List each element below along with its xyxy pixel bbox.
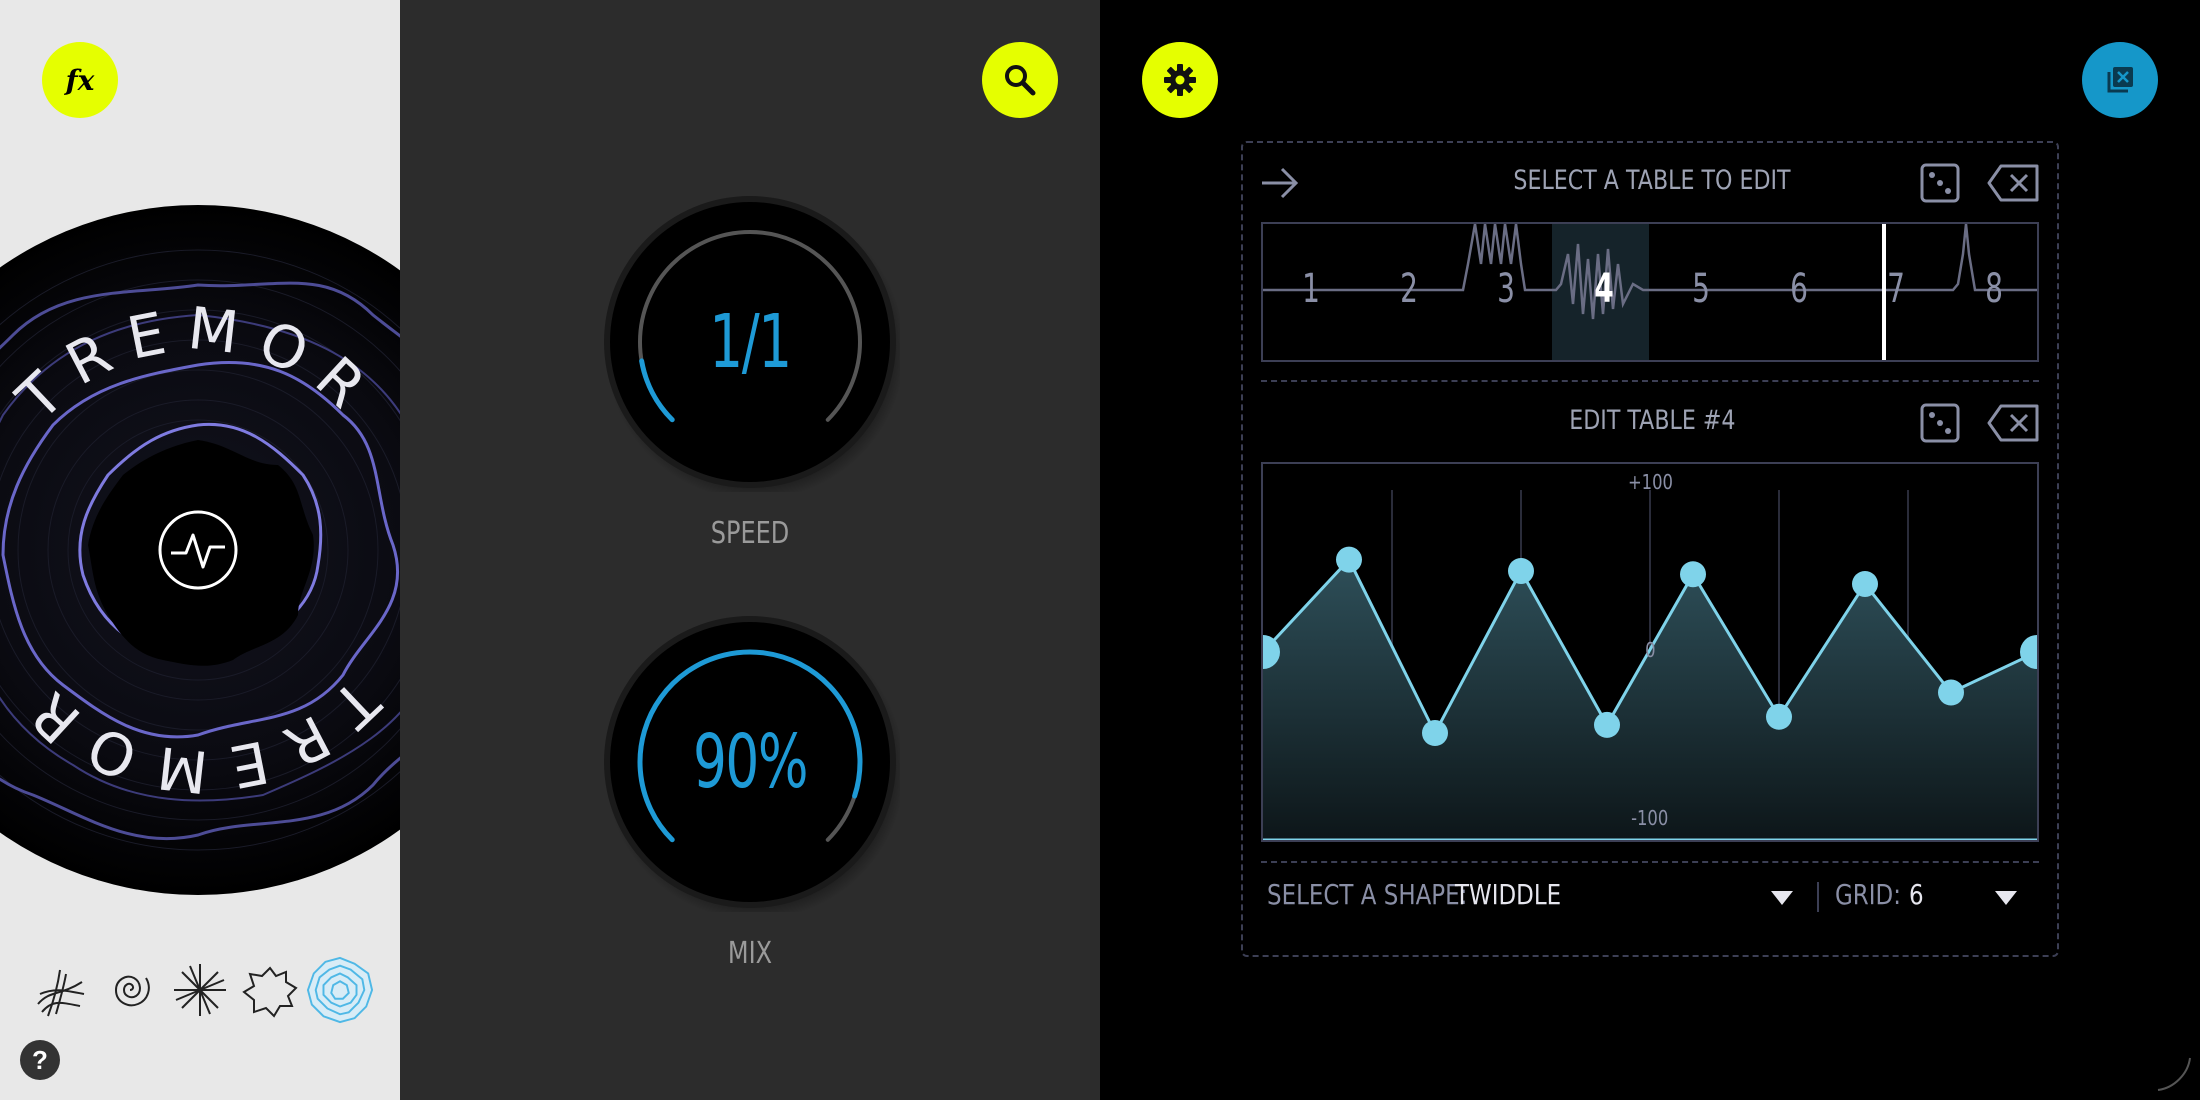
axis-zero-label: 0 — [1644, 638, 1656, 662]
mix-label: MIX — [727, 936, 773, 971]
table-number[interactable]: 1 — [1297, 266, 1325, 312]
wave-point[interactable] — [1680, 561, 1706, 588]
mix-value: 90% — [692, 719, 809, 805]
shape-label: SELECT A SHAPE: — [1267, 878, 1468, 911]
speed-label: SPEED — [710, 516, 790, 551]
tremor-panel: fx TREMOR TREMOR ? — [0, 0, 400, 1100]
settings-button[interactable] — [1142, 42, 1218, 118]
wave-point[interactable] — [1508, 558, 1534, 584]
divider — [1817, 882, 1819, 912]
wave-point[interactable] — [1336, 546, 1362, 573]
close-window-icon — [2107, 67, 2133, 93]
search-icon — [1005, 65, 1036, 96]
starburst-icon[interactable] — [166, 955, 234, 1025]
table-number[interactable]: 6 — [1785, 266, 1813, 312]
help-button[interactable]: ? — [20, 1040, 60, 1080]
clear-table-icon[interactable] — [1987, 400, 2039, 446]
table-selector[interactable]: 1 2 3 4 5 6 7 8 — [1261, 222, 2039, 362]
table-editor-panel: SELECT A TABLE TO EDIT 1 2 3 4 5 6 7 8 EDIT TAB… — [1100, 0, 2200, 1100]
speed-value: 1/1 — [709, 299, 792, 385]
cloud-icon[interactable] — [236, 955, 304, 1025]
axis-top-label: +100 — [1627, 470, 1673, 494]
gear-icon — [1164, 64, 1196, 96]
seaweed-icon[interactable] — [26, 955, 94, 1025]
chevron-down-icon — [1771, 891, 1793, 905]
edit-table-title: EDIT TABLE #4 — [1568, 405, 1736, 436]
table-number[interactable]: 3 — [1492, 266, 1520, 312]
help-label: ? — [32, 1044, 48, 1075]
grid-value: 6 — [1909, 878, 1924, 911]
wave-point[interactable] — [1594, 711, 1620, 738]
arrow-right-icon[interactable] — [1257, 160, 1303, 206]
close-editor-button[interactable] — [2082, 42, 2158, 118]
randomize-tables-icon[interactable] — [1917, 160, 1963, 206]
table-editor: SELECT A TABLE TO EDIT 1 2 3 4 5 6 7 8 EDIT TAB… — [1241, 141, 2059, 957]
wave-point[interactable] — [1852, 570, 1878, 597]
speed-knob[interactable]: 1/1 SPEED — [600, 192, 900, 551]
preset-selector — [26, 955, 386, 1025]
ripple-icon[interactable] — [306, 955, 374, 1025]
table-number[interactable]: 4 — [1590, 266, 1618, 312]
fx-label: fx — [65, 63, 95, 97]
shape-controls: SELECT A SHAPE: TWIDDLE GRID: 6 — [1261, 868, 2039, 928]
clear-tables-icon[interactable] — [1987, 160, 2039, 206]
shape-value: TWIDDLE — [1455, 878, 1562, 911]
tremor-disc[interactable]: TREMOR TREMOR — [0, 205, 400, 895]
select-table-title: SELECT A TABLE TO EDIT — [1513, 165, 1791, 196]
chevron-down-icon — [1995, 891, 2017, 905]
table-number[interactable]: 2 — [1395, 266, 1423, 312]
grid-label: GRID: — [1835, 878, 1901, 911]
grid-dropdown[interactable]: 6 — [1909, 868, 2029, 928]
table-number[interactable]: 8 — [1980, 266, 2008, 312]
waveform-editor[interactable]: +100 0 -100 — [1261, 462, 2039, 842]
search-button[interactable] — [982, 42, 1058, 118]
shape-dropdown[interactable]: TWIDDLE — [1455, 868, 1795, 928]
wave-point[interactable] — [1766, 703, 1792, 730]
axis-bottom-label: -100 — [1631, 806, 1669, 830]
wave-point[interactable] — [1422, 720, 1448, 746]
resize-handle[interactable] — [2154, 1054, 2194, 1094]
randomize-table-icon[interactable] — [1917, 400, 1963, 446]
fx-button[interactable]: fx — [42, 42, 118, 118]
table-number[interactable]: 5 — [1687, 266, 1715, 312]
mix-knob[interactable]: 90% MIX — [600, 612, 900, 971]
table-number[interactable]: 7 — [1882, 266, 1910, 312]
spiral-icon[interactable] — [96, 955, 164, 1025]
knob-panel: 1/1 SPEED 90% MIX — [400, 0, 1100, 1100]
wave-point[interactable] — [1938, 679, 1964, 706]
